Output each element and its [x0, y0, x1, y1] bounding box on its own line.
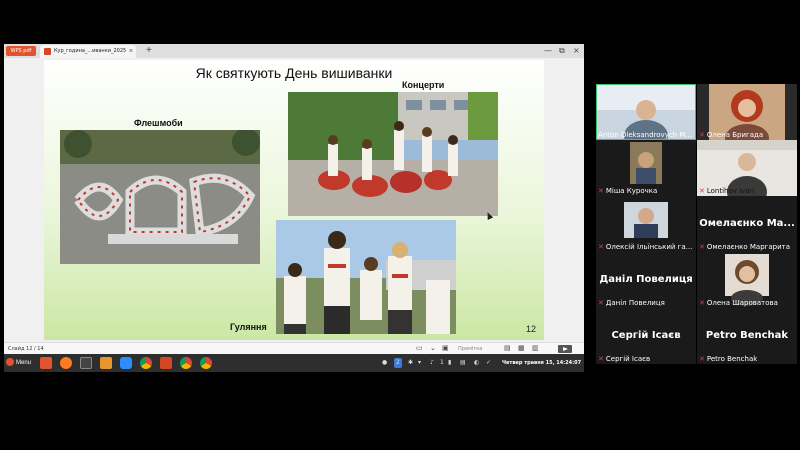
language-flag-icon[interactable]: ▤ — [460, 354, 466, 372]
volume-icon[interactable]: ♪ — [430, 354, 434, 372]
participant-tile[interactable]: Даніл Повелиця ✕ Даніл Повелиця — [596, 252, 696, 308]
participant-tile[interactable]: Омелаєнко Ма... ✕ Омелаєнко Маргарита — [697, 196, 797, 252]
participant-display-name: Омелаєнко Ма... — [699, 218, 795, 229]
tab-bar: WPS pdf Кур_година_...иванки_2025 × + — … — [4, 44, 584, 58]
participant-tile[interactable]: Anton Oleksandrovych M... — [596, 84, 696, 140]
pdf-file-icon — [44, 48, 51, 55]
window-close-button[interactable]: × — [573, 44, 580, 58]
mic-muted-icon: ✕ — [699, 299, 705, 307]
slide-number: 12 — [525, 324, 536, 334]
document-viewport[interactable]: Як святкують День вишиванки Флешмоби Кон… — [4, 58, 584, 342]
chrome-icon[interactable] — [140, 357, 152, 369]
festivities-label: Гуляння — [230, 322, 267, 332]
start-menu-button[interactable]: Menu — [6, 357, 31, 369]
participant-tile[interactable]: ✕ Олексій Ільїнський га... — [596, 196, 696, 252]
participant-name-text: Сергій Ісаєв — [605, 355, 651, 363]
participant-name-text: Олексій Ільїнський га... — [605, 243, 693, 251]
participant-tile[interactable]: Petro Benchak ✕ Petro Benchak — [697, 308, 797, 364]
participant-name: ✕ Олена Шароватова — [699, 299, 778, 307]
linux-mint-icon — [6, 358, 14, 367]
participant-name-text: Міша Курочка — [605, 187, 658, 195]
mic-muted-icon: ✕ — [598, 355, 604, 363]
participant-tile[interactable]: ✕ Олена Шароватова — [697, 252, 797, 308]
tray-badge[interactable]: 2 — [394, 358, 402, 368]
app-menu-button[interactable]: WPS pdf — [6, 46, 36, 56]
bluetooth-icon[interactable]: ✱ — [408, 354, 413, 372]
files-folder-icon[interactable] — [100, 357, 112, 369]
zoom-tray-icon[interactable]: ● — [382, 354, 387, 372]
shared-screen: WPS pdf Кур_година_...иванки_2025 × + — … — [4, 44, 584, 372]
participant-name: ✕ Омелаєнко Маргарита — [699, 243, 790, 251]
mic-muted-icon: ✕ — [598, 243, 604, 251]
participant-name: Anton Oleksandrovych M... — [598, 131, 693, 139]
minimize-button[interactable]: — — [544, 44, 552, 58]
flashmob-label: Флешмоби — [134, 118, 183, 128]
participant-tile[interactable]: ✕ Lontihov Ivan — [697, 140, 797, 196]
document-tab-title: Кур_година_...иванки_2025 — [54, 48, 127, 54]
participant-name: ✕ Міша Курочка — [598, 187, 657, 195]
participant-name-text: Petro Benchak — [706, 355, 758, 363]
start-menu-label: Menu — [16, 360, 32, 366]
mic-muted-icon: ✕ — [699, 243, 705, 251]
participant-tile[interactable]: ✕ Олена Бригада — [697, 84, 797, 140]
participant-display-name: Сергій Ісаєв — [611, 330, 681, 341]
new-tab-button[interactable]: + — [146, 44, 152, 58]
participant-display-name: Petro Benchak — [705, 330, 789, 341]
taskbar: Menu ● 2 ✱ ▾ ♪ 1 ▮ ▤ ◐ ✓ Четвер травня 1… — [4, 354, 584, 372]
festivities-photo — [276, 220, 456, 334]
slide: Як святкують День вишиванки Флешмоби Кон… — [44, 60, 544, 340]
participant-name: ✕ Сергій Ісаєв — [598, 355, 650, 363]
tab-close-icon[interactable]: × — [129, 45, 133, 58]
slide-title: Як святкують День вишиванки — [195, 65, 393, 81]
document-tab[interactable]: Кур_година_...иванки_2025 × — [40, 45, 136, 58]
chrome-icon[interactable] — [180, 357, 192, 369]
participant-name: ✕ Lontihov Ivan — [699, 187, 754, 195]
participant-name: ✕ Олексій Ільїнський га... — [598, 243, 692, 251]
mic-muted-icon: ✕ — [598, 187, 604, 195]
clipboard-icon[interactable]: ◐ — [474, 354, 479, 372]
clock: Четвер травня 15, 14:24:07 — [502, 360, 582, 366]
chrome-icon[interactable] — [200, 357, 212, 369]
participant-display-name: Даніл Повелиця — [599, 274, 693, 285]
presentation-app-icon[interactable] — [160, 357, 172, 369]
battery-icon[interactable]: ▮ — [448, 354, 451, 372]
restore-button[interactable]: ⧉ — [559, 44, 565, 58]
play-slideshow-button[interactable] — [558, 345, 572, 353]
participant-tile[interactable]: ✕ Міша Курочка — [596, 140, 696, 196]
concerts-photo — [288, 92, 498, 216]
terminal-icon[interactable] — [80, 357, 92, 369]
network-icon[interactable]: ▾ — [418, 354, 421, 372]
mic-muted-icon: ✕ — [598, 299, 604, 307]
participant-name-text: Олена Шароватова — [706, 299, 778, 307]
firefox-icon[interactable] — [60, 357, 72, 369]
concerts-label: Концерти — [402, 80, 445, 90]
participant-name-text: Даніл Повелиця — [605, 299, 665, 307]
wps-app-icon[interactable] — [40, 357, 52, 369]
mic-muted-icon: ✕ — [699, 355, 705, 363]
mic-muted-icon: ✕ — [699, 131, 705, 139]
participant-tile[interactable]: Сергій Ісаєв ✕ Сергій Ісаєв — [596, 308, 696, 364]
participant-name-text: Lontihov Ivan — [706, 187, 755, 195]
participant-name-text: Олена Бригада — [706, 131, 764, 139]
volume-level: 1 — [440, 359, 444, 366]
update-shield-icon[interactable]: ✓ — [486, 354, 491, 372]
zoom-app-icon[interactable] — [120, 357, 132, 369]
participant-name: ✕ Олена Бригада — [699, 131, 763, 139]
mic-muted-icon: ✕ — [699, 187, 705, 195]
flashmob-photo — [60, 130, 260, 264]
participant-name: ✕ Petro Benchak — [699, 355, 757, 363]
participant-name: ✕ Даніл Повелиця — [598, 299, 665, 307]
participant-name-text: Омелаєнко Маргарита — [706, 243, 790, 251]
